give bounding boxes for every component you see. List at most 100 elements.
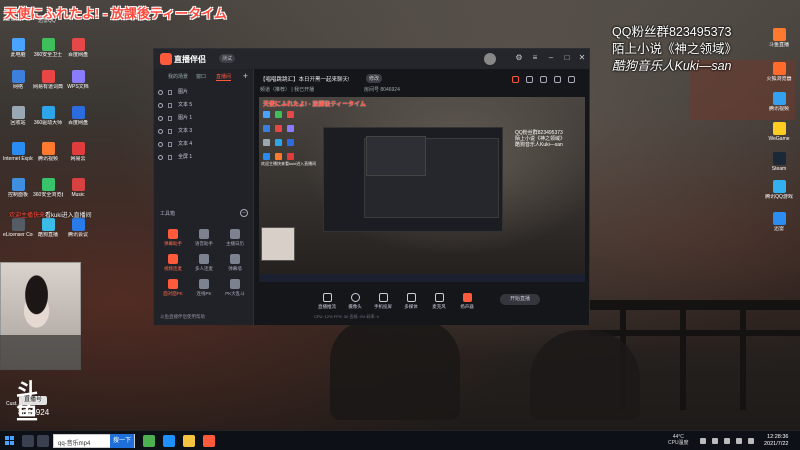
app-icon[interactable] bbox=[163, 435, 175, 447]
desktop-icon[interactable]: 网易有道词典 bbox=[33, 70, 63, 90]
help-link[interactable]: 斗鱼直播伴侣使用帮助 bbox=[160, 314, 205, 320]
desktop-icon[interactable]: 斗鱼直播 bbox=[764, 28, 794, 48]
network-icon bbox=[11, 70, 25, 83]
lock-icon[interactable] bbox=[168, 116, 172, 121]
desktop-icon[interactable]: 百度网盘 bbox=[63, 106, 93, 126]
eye-icon[interactable] bbox=[158, 155, 163, 160]
desktop-icon[interactable]: 控制面板 bbox=[3, 178, 33, 198]
tool-pk-brawl[interactable]: PK大乱斗 bbox=[220, 279, 250, 296]
desktop-icon[interactable]: 腾讯视频 bbox=[33, 142, 63, 162]
lock-icon[interactable] bbox=[168, 103, 172, 108]
tab-window[interactable]: 窗口 bbox=[196, 73, 206, 80]
desktop-icon[interactable]: WPS文档 bbox=[63, 70, 93, 90]
search-icon[interactable] bbox=[22, 435, 34, 447]
search-button[interactable]: 搜一下 bbox=[110, 434, 134, 448]
tool-danmaku[interactable]: 弹幕助手 bbox=[158, 229, 188, 246]
camera-button[interactable]: 摄像头 bbox=[342, 293, 368, 310]
desktop-icon[interactable]: 360安全浏览器 bbox=[33, 178, 63, 198]
share-icon[interactable] bbox=[512, 76, 519, 83]
menu-icon[interactable]: ≡ bbox=[530, 53, 540, 63]
layer-item[interactable]: 文本 3 bbox=[158, 126, 250, 137]
desktop-icon[interactable]: 迅雷 bbox=[764, 212, 794, 232]
tool-voice[interactable]: 语音助手 bbox=[189, 229, 219, 246]
room-category[interactable]: 频道（推荐） | 我已开播 bbox=[260, 86, 314, 93]
layer-item[interactable]: 文本 5 bbox=[158, 100, 250, 111]
tool-link-pk[interactable]: 连线PK bbox=[189, 279, 219, 296]
desktop-icon[interactable]: 回收站 bbox=[3, 106, 33, 126]
desktop-icon[interactable]: 网易云 bbox=[63, 142, 93, 162]
desktop-icon[interactable]: Internet Explorer bbox=[3, 142, 33, 162]
task-view-icon[interactable] bbox=[37, 435, 49, 447]
record-icon[interactable] bbox=[526, 76, 533, 83]
eye-icon[interactable] bbox=[158, 129, 163, 134]
screenshot-icon[interactable] bbox=[540, 76, 547, 83]
layer-item[interactable]: 文本 4 bbox=[158, 139, 250, 150]
minimize-icon[interactable]: – bbox=[546, 53, 556, 63]
ime-icon[interactable] bbox=[748, 438, 754, 444]
tool-danmaku-wall[interactable]: 弹幕墙 bbox=[220, 254, 250, 271]
close-icon[interactable]: ✕ bbox=[577, 53, 587, 63]
desktop-icon[interactable]: 腾讯QQ游戏 bbox=[764, 180, 794, 200]
scene-tabs: 我的场景 窗口 直播间 + bbox=[158, 71, 250, 83]
desktop-icon[interactable]: WeGame bbox=[764, 122, 794, 142]
grid-icon[interactable] bbox=[554, 76, 561, 83]
desktop-icon[interactable]: Steam bbox=[764, 152, 794, 172]
layer-item[interactable]: 图片 1 bbox=[158, 113, 250, 124]
desktop-icon[interactable]: 腾讯会议 bbox=[63, 218, 93, 238]
layer-item[interactable]: 全屏 1 bbox=[158, 152, 250, 163]
maximize-icon[interactable]: □ bbox=[562, 53, 572, 63]
network-icon[interactable] bbox=[724, 438, 730, 444]
lock-icon[interactable] bbox=[168, 90, 172, 95]
live-companion-icon[interactable] bbox=[203, 435, 215, 447]
wallpaper-post bbox=[680, 310, 686, 410]
desktop-icon[interactable]: 酷狗直播 bbox=[33, 218, 63, 238]
desktop-icon[interactable]: 腾讯视频 bbox=[764, 92, 794, 112]
add-source-icon[interactable]: + bbox=[243, 71, 248, 81]
app-icon[interactable] bbox=[143, 435, 155, 447]
volume-icon[interactable] bbox=[736, 438, 742, 444]
eye-icon[interactable] bbox=[158, 103, 163, 108]
mic-button[interactable]: 麦克风 bbox=[426, 293, 452, 310]
tool-video-link[interactable]: 视频连麦 bbox=[158, 254, 188, 271]
desktop-icon[interactable]: 网络 bbox=[3, 70, 33, 90]
tray-icon[interactable] bbox=[700, 438, 706, 444]
webcam-desk bbox=[0, 335, 81, 370]
clock[interactable]: 12:28:36 2021/7/22 bbox=[764, 434, 788, 448]
gear-icon[interactable]: ⚙ bbox=[514, 53, 524, 63]
tray-icon[interactable] bbox=[712, 438, 718, 444]
stream-push-button[interactable]: 直播推流 bbox=[314, 293, 340, 310]
desktop-icon[interactable]: 百度网盘 bbox=[63, 38, 93, 58]
desktop-icon[interactable]: 360驱动大师 bbox=[33, 106, 63, 126]
edit-title-button[interactable]: 修改 bbox=[366, 74, 383, 83]
bell-icon[interactable] bbox=[568, 76, 575, 83]
layer-item[interactable]: 图片 bbox=[158, 87, 250, 98]
stream-stats: CPU: 12% FPS: 30 丢帧: 0% 码率: 0 bbox=[314, 314, 379, 319]
folder-icon[interactable] bbox=[183, 435, 195, 447]
lock-icon[interactable] bbox=[168, 129, 172, 134]
stream-preview[interactable]: 天使にふれたよ! - 放課後ティータイム 欢迎主播快来看kuki进入直播间 QQ… bbox=[259, 97, 585, 282]
windows-start-icon[interactable] bbox=[5, 436, 15, 446]
tool-pk[interactable]: 面对面PK bbox=[158, 279, 188, 296]
phone-cast-button[interactable]: 手机投屏 bbox=[370, 293, 396, 310]
start-live-button[interactable]: 开始直播 bbox=[500, 294, 540, 305]
eye-icon[interactable] bbox=[158, 116, 163, 121]
eye-icon[interactable] bbox=[158, 90, 163, 95]
avatar[interactable] bbox=[484, 53, 496, 65]
media-button[interactable]: 多媒体 bbox=[398, 293, 424, 310]
eye-icon[interactable] bbox=[158, 142, 163, 147]
speaker-button[interactable]: 扬声器 bbox=[454, 293, 480, 310]
desktop-icon[interactable]: 火狐浏览器 bbox=[764, 62, 794, 82]
desktop-icon[interactable]: 360安全卫士 bbox=[33, 38, 63, 58]
tab-scenes[interactable]: 我的场景 bbox=[168, 73, 188, 80]
tool-calendar[interactable]: 主播日历 bbox=[220, 229, 250, 246]
lock-icon[interactable] bbox=[168, 142, 172, 147]
desktop-icon[interactable]: eLicenser Control... bbox=[3, 218, 33, 238]
tool-multi-link[interactable]: 多人连麦 bbox=[189, 254, 219, 271]
lock-icon[interactable] bbox=[168, 155, 172, 160]
control-panel-icon bbox=[11, 178, 25, 191]
tab-live-room[interactable]: 直播间 bbox=[216, 73, 232, 81]
desktop-icon[interactable]: Music bbox=[63, 178, 93, 198]
app-titlebar[interactable]: 直播伴侣 测试 ⚙ ≡ – □ ✕ bbox=[154, 49, 589, 69]
desktop-icon[interactable]: 此电脑 bbox=[3, 38, 33, 58]
collapse-icon[interactable]: – bbox=[240, 209, 248, 217]
